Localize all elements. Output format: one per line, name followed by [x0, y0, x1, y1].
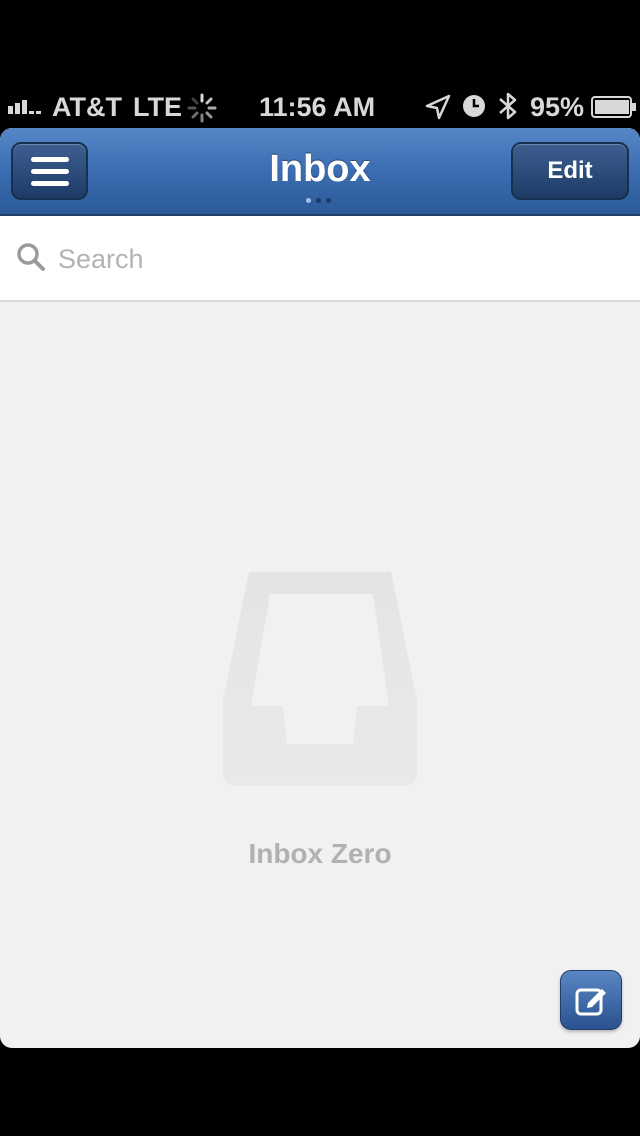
- page-dot-2: [316, 198, 321, 203]
- inbox-tray-icon: [223, 572, 417, 786]
- bluetooth-icon: [499, 92, 517, 120]
- alarm-icon: [463, 95, 485, 117]
- search-input[interactable]: [56, 236, 620, 282]
- search-icon: [17, 243, 45, 271]
- navigation-bar: Inbox Edit: [0, 128, 640, 216]
- location-icon: [425, 94, 451, 120]
- mail-app-screen: Inbox Edit Inbox Zero: [0, 128, 640, 1048]
- battery-percent: 95%: [530, 92, 585, 122]
- activity-spinner-icon: [187, 93, 217, 123]
- page-dot-3: [326, 198, 331, 203]
- page-indicator[interactable]: [306, 198, 336, 204]
- network-type: LTE: [133, 92, 182, 122]
- carrier-name: AT&T: [52, 92, 122, 122]
- battery-icon: [591, 96, 636, 118]
- compose-button[interactable]: [560, 970, 622, 1030]
- search-bar: [0, 216, 640, 302]
- signal-icon: [8, 100, 41, 114]
- page-dot-1: [306, 198, 311, 203]
- compose-icon: [575, 988, 606, 1016]
- status-bar: AT&T LTE 11:56 AM 95%: [0, 88, 640, 128]
- empty-state-label: Inbox Zero: [248, 838, 392, 869]
- status-clock: 11:56 AM: [259, 92, 376, 122]
- edit-button[interactable]: Edit: [511, 142, 629, 200]
